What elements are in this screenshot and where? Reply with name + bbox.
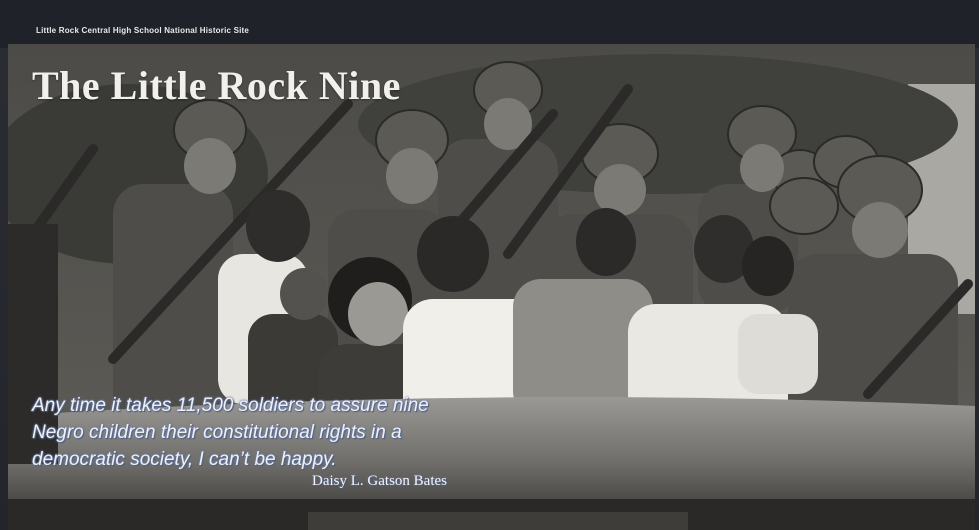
quote-line-3: democratic society, I can’t be happy.	[32, 449, 337, 470]
quote-line-2: Negro children their constitutional righ…	[32, 422, 402, 443]
quote-line-1: Any time it takes 11,500 soldiers to ass…	[32, 395, 429, 416]
exhibit-title: The Little Rock Nine	[32, 63, 401, 108]
header-bar: Little Rock Central High School National…	[0, 0, 979, 48]
exhibit-panel: Little Rock Central High School National…	[0, 0, 979, 530]
site-name: Little Rock Central High School National…	[36, 26, 250, 35]
quote-attribution: Daisy L. Gatson Bates	[312, 473, 447, 489]
quote: Any time it takes 11,500 soldiers to ass…	[32, 392, 532, 473]
